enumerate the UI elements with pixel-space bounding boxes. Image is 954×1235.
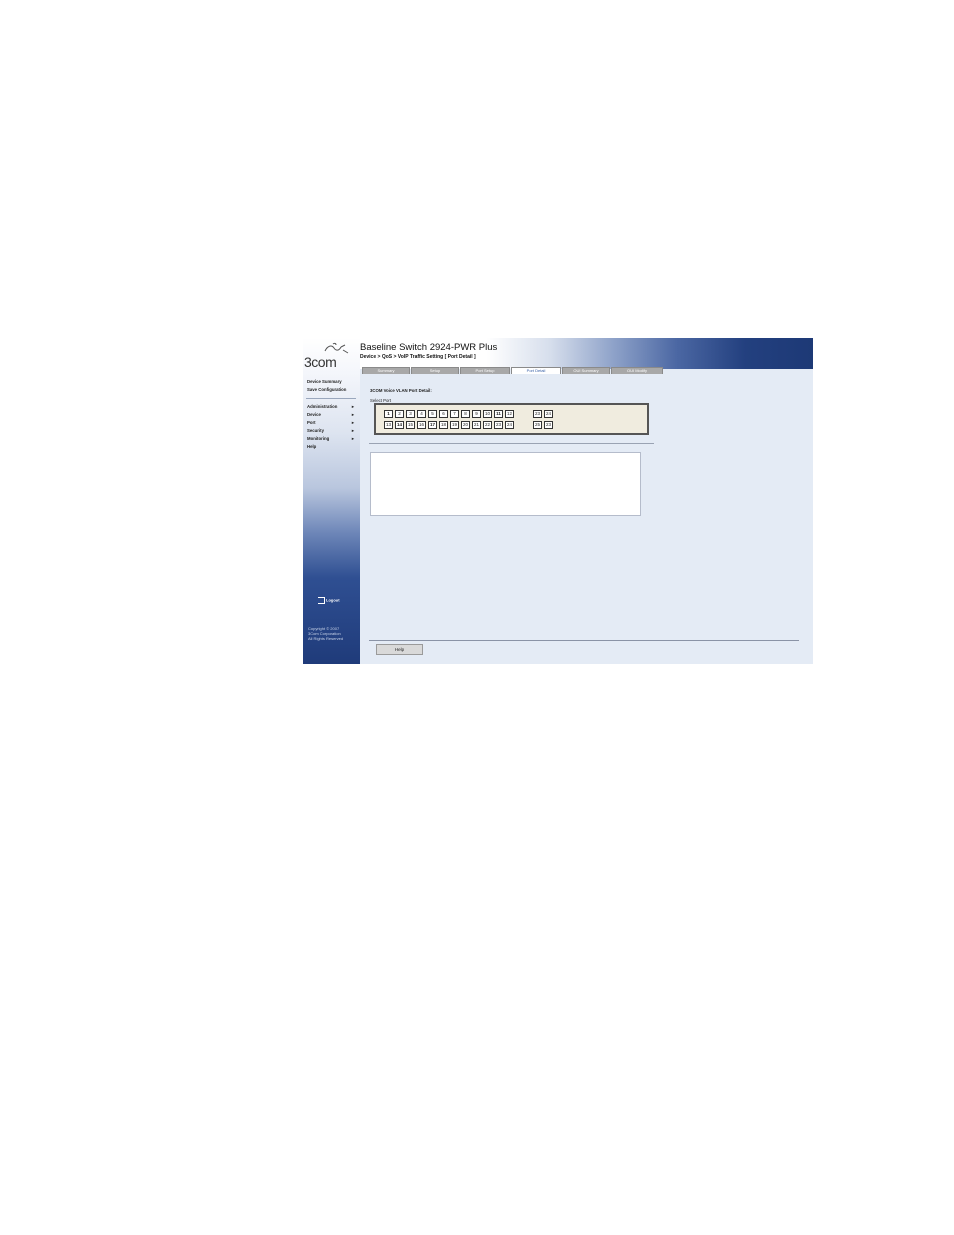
sidebar: 3com Device Summary Save Configuration A… bbox=[303, 338, 360, 664]
logo: 3com bbox=[303, 342, 360, 370]
chevron-right-icon: ► bbox=[351, 436, 355, 441]
sidebar-item-administration[interactable]: Administration ► bbox=[307, 404, 357, 409]
divider bbox=[369, 640, 799, 641]
port-button[interactable]: 21 bbox=[472, 421, 481, 429]
sidebar-item-label: Monitoring bbox=[307, 436, 330, 441]
tab-bar: Summary Setup Port Setup Port Detail OUI… bbox=[360, 367, 813, 374]
logo-wordmark: 3com bbox=[304, 354, 337, 370]
port-button[interactable]: 23 bbox=[494, 421, 503, 429]
sidebar-item-port[interactable]: Port ► bbox=[307, 420, 357, 425]
sidebar-item-monitoring[interactable]: Monitoring ► bbox=[307, 436, 357, 441]
port-button[interactable]: 1 bbox=[384, 410, 393, 418]
tab-port-detail[interactable]: Port Detail bbox=[511, 367, 561, 374]
divider bbox=[369, 443, 654, 444]
section-title: 3COM Voice VLAN Port Detail: bbox=[370, 388, 432, 393]
sidebar-item-label: Port bbox=[307, 420, 316, 425]
uplink-port-button[interactable]: 24 bbox=[544, 410, 553, 418]
tab-oui-modify[interactable]: OUI Modify bbox=[611, 367, 663, 374]
screenshot-window: 3com Device Summary Save Configuration A… bbox=[303, 338, 813, 664]
sidebar-item-device[interactable]: Device ► bbox=[307, 412, 357, 417]
logout-label: Logout bbox=[326, 597, 340, 603]
port-button[interactable]: 10 bbox=[483, 410, 492, 418]
uplink-port-button[interactable]: 23 bbox=[533, 410, 542, 418]
tab-port-setup[interactable]: Port Setup bbox=[460, 367, 510, 374]
sidebar-item-label: Help bbox=[307, 444, 317, 449]
port-button[interactable]: 24 bbox=[505, 421, 514, 429]
sidebar-item-label: Device bbox=[307, 412, 321, 417]
sidebar-item-security[interactable]: Security ► bbox=[307, 428, 357, 433]
chevron-right-icon: ► bbox=[351, 428, 355, 433]
logout-button[interactable]: Logout bbox=[318, 597, 340, 604]
port-detail-area bbox=[370, 452, 641, 516]
breadcrumb: Device > QoS > VoIP Traffic Setting [ Po… bbox=[360, 354, 476, 360]
sidebar-item-label: Administration bbox=[307, 404, 338, 409]
port-selector-panel: 1 2 3 4 5 6 7 8 9 10 11 12 13 14 15 16 1… bbox=[374, 403, 649, 435]
copyright-line: All Rights Reserved bbox=[308, 636, 344, 641]
port-button[interactable]: 6 bbox=[439, 410, 448, 418]
uplink-port-button[interactable]: 23 bbox=[544, 421, 553, 429]
logo-figure-icon bbox=[324, 342, 349, 354]
port-button[interactable]: 3 bbox=[406, 410, 415, 418]
chevron-right-icon: ► bbox=[351, 420, 355, 425]
port-button[interactable]: 17 bbox=[428, 421, 437, 429]
port-button[interactable]: 22 bbox=[483, 421, 492, 429]
port-button[interactable]: 20 bbox=[461, 421, 470, 429]
sidebar-item-help[interactable]: Help bbox=[307, 444, 357, 449]
port-button[interactable]: 12 bbox=[505, 410, 514, 418]
port-button[interactable]: 8 bbox=[461, 410, 470, 418]
tab-summary[interactable]: Summary bbox=[362, 367, 410, 374]
help-button[interactable]: Help bbox=[376, 644, 423, 655]
sidebar-item-label: Security bbox=[307, 428, 324, 433]
port-button[interactable]: 15 bbox=[406, 421, 415, 429]
sidebar-link-save-configuration[interactable]: Save Configuration bbox=[307, 387, 346, 392]
port-button[interactable]: 18 bbox=[439, 421, 448, 429]
port-button[interactable]: 14 bbox=[395, 421, 404, 429]
port-button[interactable]: 9 bbox=[472, 410, 481, 418]
uplink-port-button[interactable]: 25 bbox=[533, 421, 542, 429]
port-button[interactable]: 13 bbox=[384, 421, 393, 429]
chevron-right-icon: ► bbox=[351, 412, 355, 417]
chevron-right-icon: ► bbox=[351, 404, 355, 409]
sidebar-divider bbox=[306, 398, 356, 399]
header-banner: Baseline Switch 2924-PWR Plus Device > Q… bbox=[360, 338, 813, 369]
sidebar-link-device-summary[interactable]: Device Summary bbox=[307, 379, 342, 384]
port-button[interactable]: 4 bbox=[417, 410, 426, 418]
port-button[interactable]: 7 bbox=[450, 410, 459, 418]
port-button[interactable]: 16 bbox=[417, 421, 426, 429]
page-title: Baseline Switch 2924-PWR Plus bbox=[360, 342, 498, 353]
port-button[interactable]: 5 bbox=[428, 410, 437, 418]
tab-setup[interactable]: Setup bbox=[411, 367, 459, 374]
port-button[interactable]: 11 bbox=[494, 410, 503, 418]
logout-icon bbox=[318, 597, 325, 604]
port-button[interactable]: 19 bbox=[450, 421, 459, 429]
tab-oui-summary[interactable]: OUI Summary bbox=[562, 367, 610, 374]
port-button[interactable]: 2 bbox=[395, 410, 404, 418]
